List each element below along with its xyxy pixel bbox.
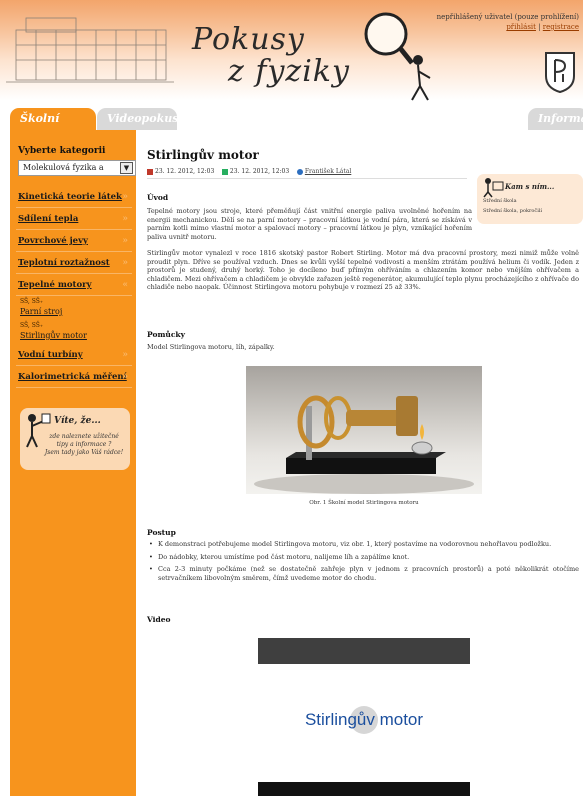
target-audience-title: Kam s ním... <box>505 182 555 191</box>
chevron-right-icon: » <box>122 192 128 202</box>
chevron-right-icon: » <box>122 372 128 382</box>
tab-skolni-pokusy[interactable]: Školní pokusy <box>10 108 96 147</box>
video-player[interactable]: Stirlingův motor <box>258 638 470 796</box>
section-heading-uvod: Úvod <box>147 193 169 202</box>
menu-item-label: Sdílení tepla <box>18 214 79 224</box>
site-title[interactable]: Pokusy z fyziky <box>192 24 350 88</box>
did-you-know-text: zde naleznete užitečné tipy a informace … <box>42 433 126 457</box>
main-tabs: Školní pokusy Videopokusy Informace <box>0 108 583 147</box>
submenu-link-stirlinguv-motor[interactable]: Stirlingův motor <box>20 330 132 341</box>
chevron-right-icon: » <box>122 214 128 224</box>
user-status: nepřihlášený uživatel (pouze prohlížení) <box>436 13 579 21</box>
menu-item-kineticka-teorie[interactable]: Kinetická teorie látek» <box>16 187 132 208</box>
menu-item-povrchove-jevy[interactable]: Povrchové jevy » <box>16 231 132 252</box>
main-content: Stirlingův motor 23. 12. 2012, 12:03 23.… <box>136 130 583 796</box>
article-title: Stirlingův motor <box>147 148 259 162</box>
menu-item-teplotni-roztaznost[interactable]: Teplotní roztažnost » <box>16 253 132 274</box>
site-header: Pokusy z fyziky nepřihlášený uživatel (p… <box>0 0 583 108</box>
submenu-link-parni-stroj[interactable]: Parní stroj <box>20 306 132 317</box>
calendar-icon <box>147 168 153 175</box>
chevron-right-icon: » <box>122 350 128 360</box>
menu-item-tepelne-motory[interactable]: Tepelné motory « <box>16 275 132 296</box>
stirling-paragraph: Stirlingův motor vynalezl v roce 1816 sk… <box>147 249 579 292</box>
audience-figure-icon <box>483 178 504 198</box>
menu-item-label: Povrchové jevy <box>18 236 88 246</box>
menu-item-label: Kalorimetrická měření <box>18 372 127 382</box>
did-you-know-line: Jsem tady jako Váš rádce! <box>44 449 124 456</box>
intro-paragraph: Tepelné motory jsou stroje, které přeměň… <box>147 207 472 241</box>
stirling-engine-image <box>254 395 474 494</box>
meta-divider <box>147 178 467 179</box>
equipment-text: Model Stirlingova motoru, líh, zápalky. <box>147 343 275 351</box>
audience-item: Střední škola <box>483 198 517 204</box>
did-you-know-line: zde naleznete užitečné <box>49 433 119 440</box>
video-control-bar[interactable] <box>258 782 470 796</box>
video-title: Stirlingův motor <box>304 710 424 729</box>
dropdown-arrow-icon[interactable]: ▼ <box>120 162 133 174</box>
audience-item: Střední škola, pokročilí <box>483 208 542 214</box>
site-title-line2: z fyziky <box>228 54 350 89</box>
menu-item-sdileni-tepla[interactable]: Sdílení tepla » <box>16 209 132 230</box>
section-heading-video: Video <box>147 615 171 624</box>
user-info: nepřihlášený uživatel (pouze prohlížení)… <box>437 12 579 32</box>
article-meta: 23. 12. 2012, 12:03 23. 12. 2012, 12:03 … <box>147 168 447 176</box>
user-icon <box>296 168 303 175</box>
submenu-item-parni-stroj[interactable]: SŠ, SŠ₊ Parní stroj <box>16 297 132 317</box>
school-building-illustration <box>6 17 174 83</box>
submenu-item-stirlinguv-motor[interactable]: SŠ, SŠ₊ Stirlingův motor <box>16 321 132 341</box>
tab-videopokusy[interactable]: Videopokusy <box>97 108 185 130</box>
link-separator: | <box>538 23 541 31</box>
menu-item-label: Kinetická teorie látek <box>18 192 122 202</box>
procedure-step: K demonstraci potřebujeme model Stirling… <box>147 540 579 549</box>
stirling-engine-photo <box>246 366 482 494</box>
section-heading-pomucky: Pomůcky <box>147 330 185 339</box>
video-top-bar <box>258 638 470 664</box>
chevron-right-icon: » <box>122 236 128 246</box>
did-you-know-box[interactable]: Víte, že... zde naleznete užitečné tipy … <box>20 408 130 470</box>
section-heading-postup: Postup <box>147 528 176 537</box>
submenu-grade: SŠ, SŠ₊ <box>20 298 43 305</box>
menu-item-vodni-turbiny[interactable]: Vodní turbíny » <box>16 345 132 366</box>
procedure-step: Cca 2-3 minuty počkáme (než se dostatečn… <box>147 565 579 582</box>
did-you-know-line: tipy a informace ? <box>56 441 112 448</box>
register-link[interactable]: registrace <box>543 23 579 31</box>
procedure-list: K demonstraci potřebujeme model Stirling… <box>147 540 579 586</box>
login-link[interactable]: přihlásit <box>506 23 536 31</box>
category-selected-value: Molekulová fyzika a <box>23 163 104 172</box>
category-select[interactable]: Molekulová fyzika a ▼ <box>18 160 136 176</box>
sidebar: Vyberte kategorii Molekulová fyzika a ▼ … <box>10 130 136 796</box>
photo-caption: Obr. 1 Školní model Stirlingova motoru <box>309 500 419 506</box>
tab-informace[interactable]: Informace <box>528 108 583 130</box>
site-title-line1: Pokusy <box>192 22 305 57</box>
modified-date: 23. 12. 2012, 12:03 <box>229 168 290 175</box>
chevron-down-icon: « <box>122 280 128 290</box>
menu-item-label: Vodní turbíny <box>18 350 83 360</box>
procedure-step: Do nádobky, kterou umístíme pod část mot… <box>147 553 579 562</box>
target-audience-box: Kam s ním... Střední škola Střední škola… <box>477 174 583 224</box>
category-label: Vyberte kategorii <box>18 146 106 156</box>
created-date: 23. 12. 2012, 12:03 <box>155 168 215 175</box>
did-you-know-title: Víte, že... <box>54 416 101 426</box>
menu-item-kalorimetricka-mereni[interactable]: Kalorimetrická měření» <box>16 367 132 388</box>
menu-item-label: Tepelné motory <box>18 280 92 290</box>
magnifier-mascot-icon <box>364 12 431 101</box>
author-link[interactable]: František Látal <box>305 168 351 175</box>
category-menu: Kinetická teorie látek» Sdílení tepla» P… <box>16 187 132 389</box>
university-logo-icon <box>545 52 575 94</box>
chevron-right-icon: » <box>122 258 128 268</box>
menu-item-label: Teplotní roztažnost <box>18 258 110 268</box>
submenu-grade: SŠ, SŠ₊ <box>20 322 43 329</box>
edit-icon <box>221 168 228 175</box>
